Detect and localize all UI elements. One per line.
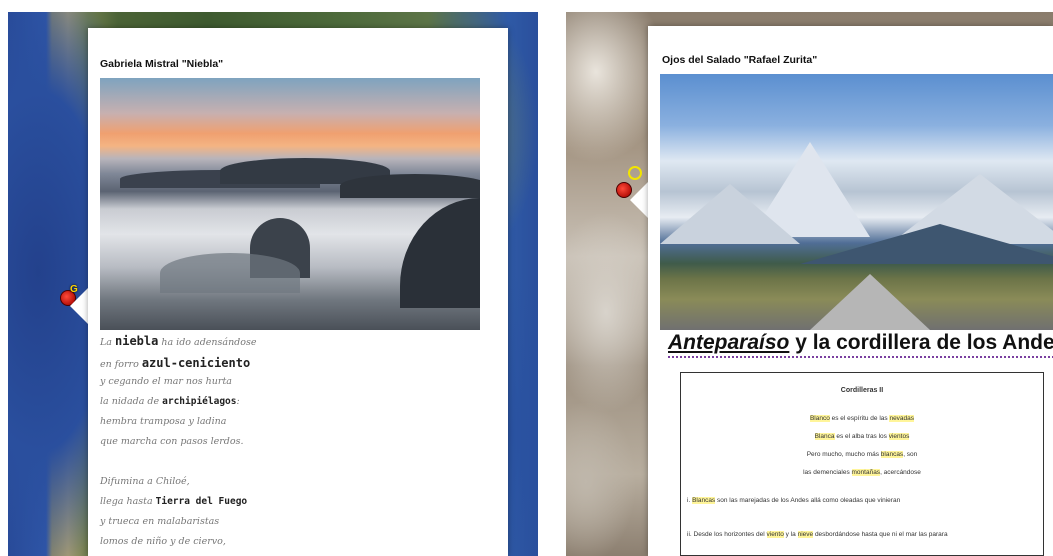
document-item-i: i. Blancas son las marejadas de los Ande… (687, 497, 901, 504)
poem-line: Difumina a Chiloé, (100, 476, 190, 487)
fog-mountains-image (100, 78, 480, 330)
poem-line: la nidada de archipiélagos: (100, 396, 240, 407)
popup-title: Ojos del Salado "Rafael Zurita" (662, 54, 818, 66)
document-item-ii: ii. Desde los horizontes del viento y la… (687, 531, 948, 538)
selected-ring-icon (628, 166, 642, 180)
map-panel-left[interactable]: G Gabriela Mistral "Niebla" La niebla ha… (8, 12, 538, 556)
andes-mountains-image (660, 74, 1053, 330)
info-popup: Ojos del Salado "Rafael Zurita" Antepara… (648, 26, 1053, 556)
poem-line: La niebla ha ido adensándose (100, 334, 257, 348)
poem-line: en forro azul-ceniciento (100, 356, 251, 370)
document-line: Blanco es el espíritu de las nevadas (809, 415, 915, 422)
poem-line: y cegando el mar nos hurta (100, 376, 232, 387)
popup-pointer (630, 182, 648, 218)
document-title: Cordilleras II (840, 387, 884, 394)
map-panel-right[interactable]: Ojos del Salado "Rafael Zurita" Antepara… (566, 12, 1053, 556)
poem-line: llega hasta Tierra del Fuego (100, 496, 248, 507)
poem-line: hembra tramposa y ladina (100, 416, 227, 427)
popup-title: Gabriela Mistral "Niebla" (100, 58, 224, 70)
document-line: Pero mucho, mucho más blancas, son (806, 451, 918, 458)
section-heading: Anteparaíso y la cordillera de los Andes (668, 331, 1053, 358)
poem-line: lomos de niño y de ciervo, (100, 536, 226, 547)
heading-rest: y la cordillera de los Andes (789, 331, 1053, 354)
poem-line: que marcha con pasos lerdos. (100, 436, 244, 447)
poem-line: y trueca en malabaristas (100, 516, 220, 527)
document-line: Blanca es el alba tras los vientos (814, 433, 910, 440)
popup-pointer (70, 288, 88, 324)
info-popup: Gabriela Mistral "Niebla" La niebla ha i… (88, 28, 508, 556)
document-line: las demenciales montañas, acercándose (803, 469, 921, 476)
heading-keyword: Anteparaíso (668, 331, 790, 354)
poem-document: Cordilleras II Blanco es el espíritu de … (680, 372, 1044, 556)
